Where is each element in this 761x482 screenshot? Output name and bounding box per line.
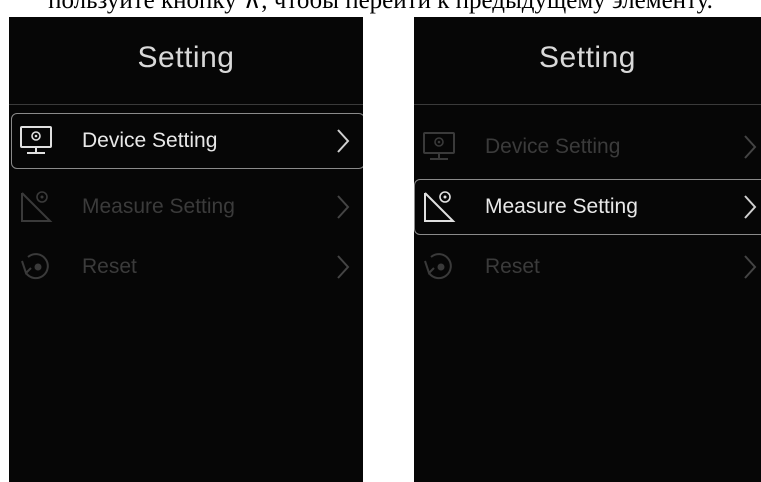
screen-title: Setting [137, 41, 235, 74]
ruler-triangle-icon [421, 189, 461, 225]
menu-item-label: Device Setting [82, 129, 218, 152]
screen-title: Setting [539, 41, 636, 74]
title-divider [9, 104, 363, 105]
chevron-right-icon [336, 254, 350, 280]
instruction-caption: пользуйте кнопку ∧, чтобы перейти к пред… [48, 0, 713, 14]
ruler-triangle-icon [18, 189, 58, 225]
chevron-right-icon [336, 194, 350, 220]
menu-item-device-setting[interactable]: Device Setting [11, 113, 363, 169]
monitor-icon [421, 129, 461, 165]
menu-item-reset[interactable]: Reset [11, 239, 363, 295]
menu-item-measure-setting[interactable]: Measure Setting [11, 179, 363, 235]
menu-item-label: Measure Setting [485, 195, 638, 218]
chevron-right-icon [743, 254, 757, 280]
menu-item-device-setting[interactable]: Device Setting [414, 119, 761, 175]
chevron-right-icon [743, 134, 757, 160]
menu-item-label: Measure Setting [82, 195, 235, 218]
settings-screen-left: Setting Device Setting Measure Setting R… [9, 17, 363, 482]
monitor-icon [18, 123, 58, 159]
title-divider [414, 104, 761, 105]
menu-item-label: Reset [82, 255, 137, 278]
menu-item-label: Device Setting [485, 135, 621, 158]
reset-icon [421, 249, 461, 285]
settings-screen-right: Setting Device Setting Measure Setting R… [414, 17, 761, 482]
reset-icon [18, 249, 58, 285]
menu-item-measure-setting[interactable]: Measure Setting [414, 179, 761, 235]
menu-item-label: Reset [485, 255, 540, 278]
menu-item-reset[interactable]: Reset [414, 239, 761, 295]
chevron-right-icon [336, 128, 350, 154]
chevron-right-icon [743, 194, 757, 220]
